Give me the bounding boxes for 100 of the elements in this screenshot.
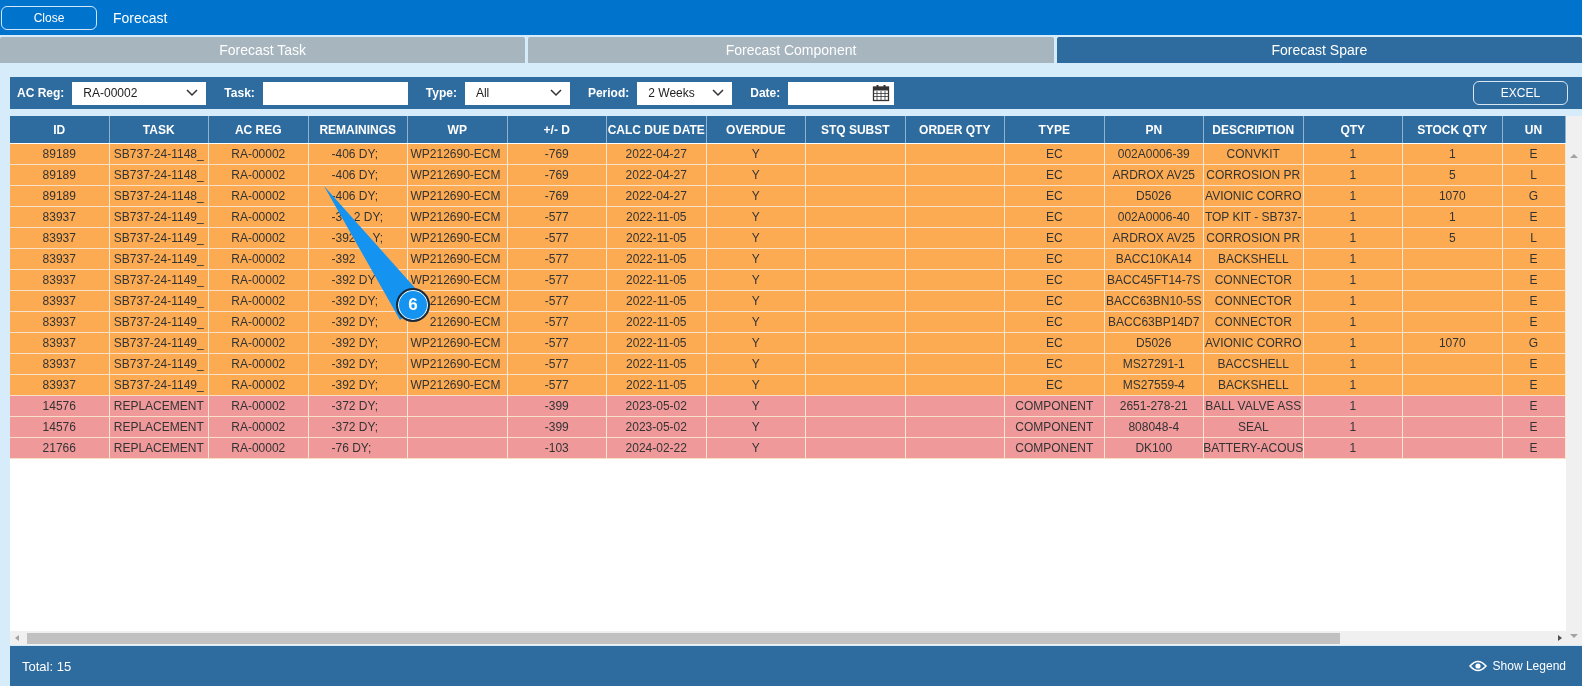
table-cell: -577 <box>507 333 607 353</box>
table-cell: BALL VALVE ASS <box>1204 396 1304 416</box>
table-cell: SB737-24-1149_ <box>109 207 209 227</box>
table-row[interactable]: 83937 SB737-24-1149_ RA-00002 -392 DY WP212690-ECM -577 2022-11-05 Y EC BACC45FT14-7S CONNECTOR 1 E <box>10 270 1566 291</box>
task-field[interactable] <box>262 81 408 105</box>
table-cell: 2651-278-21 <box>1104 396 1204 416</box>
table-cell: 5 <box>1403 165 1503 185</box>
table-cell: CORROSION PR <box>1204 228 1304 248</box>
table-cell: E <box>1502 354 1566 374</box>
table-cell: WP212690-ECM <box>408 207 508 227</box>
column-header[interactable]: AC REG <box>209 116 309 143</box>
table-cell: Y <box>706 228 806 248</box>
table-row[interactable]: 83937 SB737-24-1149_ RA-00002 -392 DY; WP212690-ECM -577 2022-11-05 Y EC MS27559-4 BACKSHELL 1 E <box>10 375 1566 396</box>
table-row[interactable]: 89189 SB737-24-1148_ RA-00002 -406 DY; WP212690-ECM -769 2022-04-27 Y EC 002A0006-39 CONVKIT 1 1 E <box>10 144 1566 165</box>
table-cell: E <box>1502 291 1566 311</box>
table-cell: E <box>1502 207 1566 227</box>
table-cell: DK100 <box>1104 438 1204 458</box>
table-cell: 2022-11-05 <box>607 312 707 332</box>
dropdown[interactable]: 2 Weeks <box>637 81 733 105</box>
table-cell: Y <box>706 144 806 164</box>
table-cell: -103 <box>507 438 607 458</box>
table-row[interactable]: 83937 SB737-24-1149_ RA-00002 -392 WP212690-ECM -577 2022-11-05 Y EC BACC10KA14 BACKSHELL 1 E <box>10 249 1566 270</box>
table-cell: EC <box>1005 312 1105 332</box>
table-cell: E <box>1502 438 1566 458</box>
table-cell: BACC63BP14D7 <box>1104 312 1204 332</box>
table-row[interactable]: 89189 SB737-24-1148_ RA-00002 -406 DY; WP212690-ECM -769 2022-04-27 Y EC ARDROX AV25 CORROSION PR 1 5 L <box>10 165 1566 186</box>
field-label: Task: <box>224 86 255 100</box>
table-cell: Y <box>706 249 806 269</box>
table-cell: RA-00002 <box>209 438 309 458</box>
table-cell: EC <box>1005 375 1105 395</box>
dropdown[interactable]: All <box>464 81 570 105</box>
table-row[interactable]: 83937 SB737-24-1149_ RA-00002 -392 DY; WP212690-ECM -577 2022-11-05 Y EC MS27291-1 BACCSHELL 1 E <box>10 354 1566 375</box>
column-header[interactable]: TASK <box>109 116 209 143</box>
calendar-icon[interactable] <box>872 84 891 102</box>
table-cell: RA-00002 <box>209 249 309 269</box>
column-header[interactable]: ORDER QTY <box>905 116 1005 143</box>
table-cell: BACKSHELL <box>1204 249 1304 269</box>
table-row[interactable]: 21766 REPLACEMENT RA-00002 -76 DY; -103 2024-02-22 Y COMPONENT DK100 BATTERY-ACOUS 1 E <box>10 438 1566 459</box>
column-header[interactable]: STQ SUBST <box>806 116 906 143</box>
column-header[interactable]: CALC DUE DATE <box>607 116 707 143</box>
table-cell: 83937 <box>10 228 110 248</box>
table-row[interactable]: 14576 REPLACEMENT RA-00002 -372 DY; -399 2023-05-02 Y COMPONENT 2651-278-21 BALL VALVE ASS 1 E <box>10 396 1566 417</box>
table-cell: G <box>1502 186 1566 206</box>
table-cell: WP212690-ECM <box>408 186 508 206</box>
table-cell: SB737-24-1149_ <box>109 249 209 269</box>
vertical-scrollbar[interactable] <box>1566 116 1582 645</box>
table-cell: -372 DY; <box>308 417 408 437</box>
table-cell: BACC63BN10-5S <box>1104 291 1204 311</box>
table-cell: CONVKIT <box>1204 144 1304 164</box>
table-cell: RA-00002 <box>209 207 309 227</box>
table-row[interactable]: 89189 SB737-24-1148_ RA-00002 -406 DY; WP212690-ECM -769 2022-04-27 Y EC D5026 AVIONIC CORRO 1 1070 G <box>10 186 1566 207</box>
table-row[interactable]: 83937 SB737-24-1149_ RA-00002 -392 DY; 212690-ECM -577 2022-11-05 Y EC BACC63BP14D7 CONNECTOR 1 E <box>10 312 1566 333</box>
table-cell: 89189 <box>10 186 110 206</box>
table-cell: RA-00002 <box>209 354 309 374</box>
table-cell: EC <box>1005 144 1105 164</box>
column-header[interactable]: PN <box>1104 116 1204 143</box>
table-cell: 89189 <box>10 165 110 185</box>
table-cell: Y <box>706 165 806 185</box>
table-cell: -577 <box>507 249 607 269</box>
column-header[interactable]: WP <box>408 116 508 143</box>
table-cell: 2022-04-27 <box>607 144 707 164</box>
column-header[interactable]: ID <box>10 116 110 143</box>
table-cell: 1 <box>1303 186 1403 206</box>
column-header[interactable]: UN <box>1502 116 1566 143</box>
table-cell: WP212690-ECM <box>408 144 508 164</box>
table-cell: E <box>1502 396 1566 416</box>
table-cell: Y <box>706 291 806 311</box>
table-cell: RA-00002 <box>209 333 309 353</box>
excel-button[interactable]: EXCEL <box>1473 81 1568 105</box>
table-cell: RA-00002 <box>209 270 309 290</box>
table-cell: L <box>1502 165 1566 185</box>
table-cell: CONNECTOR <box>1204 291 1304 311</box>
table-cell: EC <box>1005 333 1105 353</box>
table-cell: 1 <box>1303 438 1403 458</box>
column-header[interactable]: TYPE <box>1005 116 1105 143</box>
table-row[interactable]: 83937 SB737-24-1149_ RA-00002 -3 2 DY; WP212690-ECM -577 2022-11-05 Y EC 002A0006-40 TOP KIT - SB737- 1 1 E <box>10 207 1566 228</box>
date-field[interactable] <box>788 81 895 105</box>
table-cell: 1 <box>1303 417 1403 437</box>
field-label: AC Reg: <box>17 86 65 100</box>
column-header[interactable]: QTY <box>1303 116 1403 143</box>
table-cell: E <box>1502 144 1566 164</box>
column-header[interactable]: STOCK QTY <box>1403 116 1503 143</box>
column-header[interactable]: DESCRIPTION <box>1204 116 1304 143</box>
table-cell: BACKSHELL <box>1204 375 1304 395</box>
close-button[interactable]: Close <box>1 5 97 30</box>
table-cell: 83937 <box>10 291 110 311</box>
tab[interactable]: Forecast Spare <box>1056 37 1582 63</box>
table-row[interactable]: 14576 REPLACEMENT RA-00002 -372 DY; -399 2023-05-02 Y COMPONENT 808048-4 SEAL 1 E <box>10 417 1566 438</box>
horizontal-scrollbar[interactable] <box>10 631 1566 645</box>
table-cell: SEAL <box>1204 417 1304 437</box>
dropdown[interactable]: RA-00002 <box>72 81 207 105</box>
table-cell: SB737-24-1149_ <box>109 375 209 395</box>
table-row[interactable]: 83937 SB737-24-1149_ RA-00002 -392 DY; WP212690-ECM -577 2022-11-05 Y EC D5026 AVIONIC CORRO 1 1070 G <box>10 333 1566 354</box>
table-cell: COMPONENT <box>1005 438 1105 458</box>
column-header[interactable]: OVERDUE <box>706 116 806 143</box>
table-cell: Y <box>706 270 806 290</box>
table-cell: 1 <box>1303 207 1403 227</box>
show-legend-button[interactable]: Show Legend <box>1468 659 1566 673</box>
column-header[interactable]: REMAININGS <box>308 116 408 143</box>
column-header[interactable]: +/- D <box>507 116 607 143</box>
